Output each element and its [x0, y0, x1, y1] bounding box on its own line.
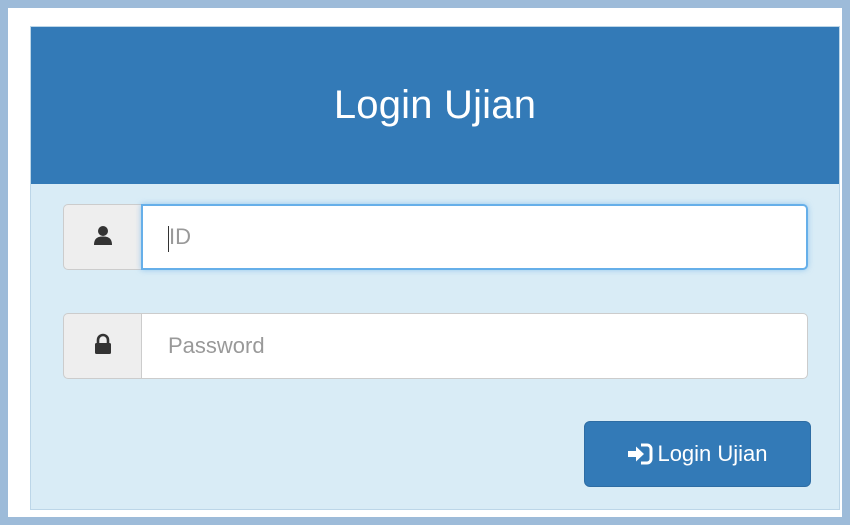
id-field-wrapper [141, 204, 808, 270]
login-panel: Login Ujian ID Login Ujian [30, 26, 840, 510]
lock-icon [93, 333, 113, 360]
panel-title: Login Ujian [333, 83, 537, 127]
id-input-group [63, 204, 808, 270]
text-caret [168, 226, 169, 252]
password-addon [63, 313, 141, 379]
id-addon [63, 204, 141, 270]
panel-heading: Login Ujian [31, 27, 839, 184]
user-icon [92, 224, 114, 251]
log-in-icon [627, 443, 653, 465]
login-button-label: Login Ujian [657, 441, 768, 466]
password-input-group [63, 313, 808, 379]
login-button[interactable]: Login Ujian [584, 421, 811, 487]
id-input[interactable] [143, 206, 806, 268]
password-field-wrapper [141, 313, 808, 379]
password-input[interactable] [142, 314, 807, 378]
